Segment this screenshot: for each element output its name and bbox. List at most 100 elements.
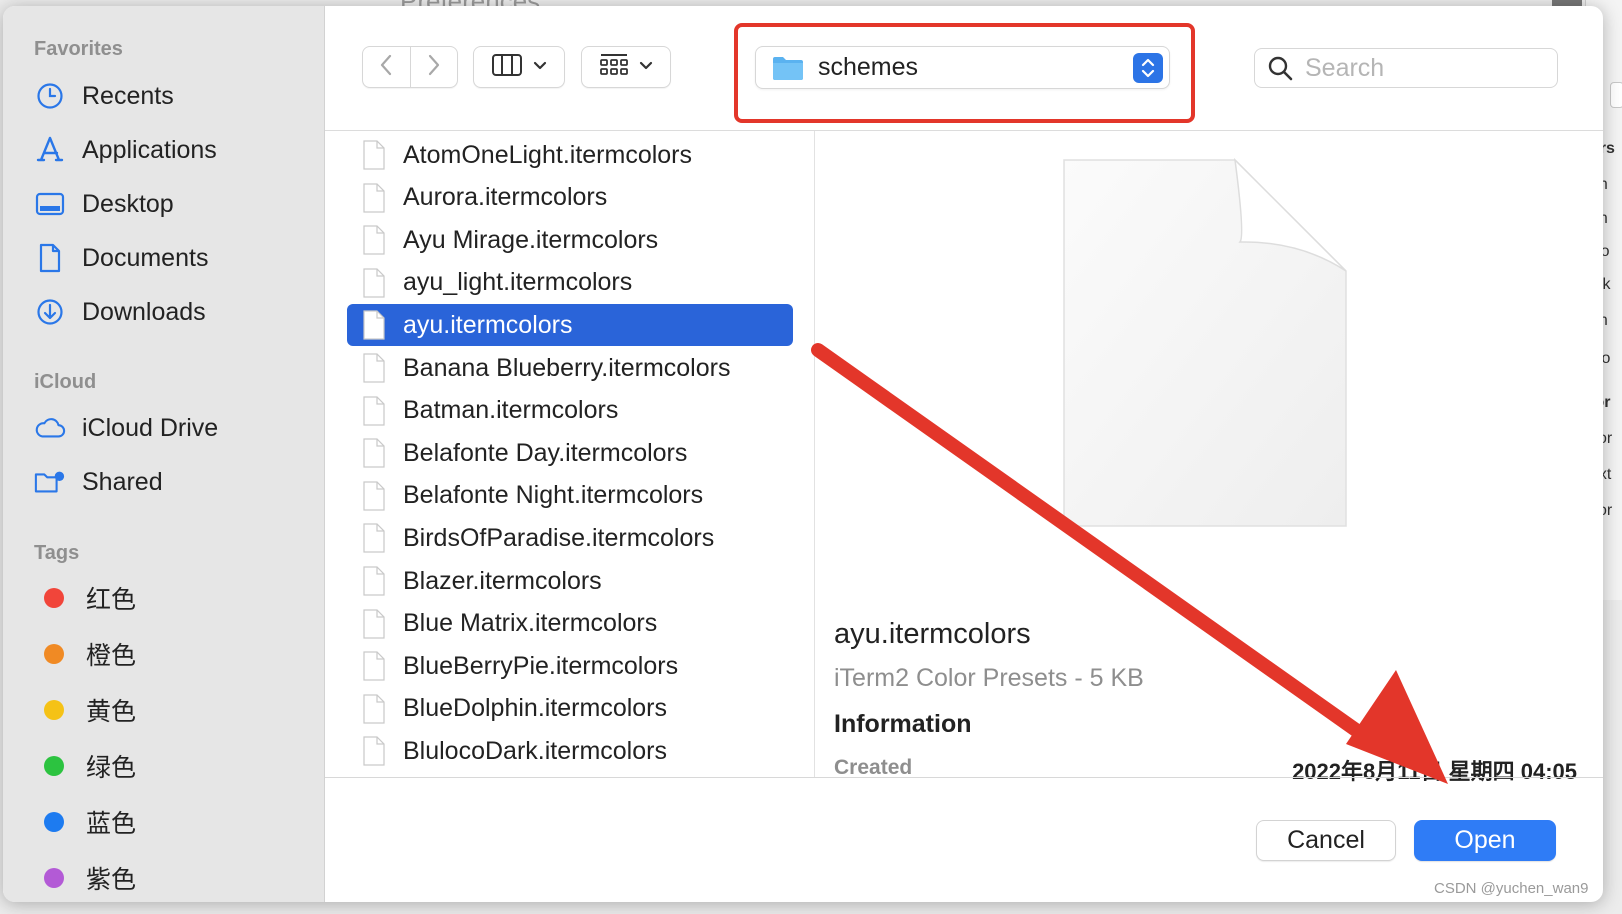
file-name: Aurora.itermcolors <box>403 183 608 212</box>
file-name: BlueBerryPie.itermcolors <box>403 651 679 680</box>
search-field[interactable] <box>1254 48 1558 88</box>
document-icon <box>363 182 385 213</box>
file-row[interactable]: Banana Blueberry.itermcolors <box>347 347 793 389</box>
file-row[interactable]: Blazer.itermcolors <box>347 560 793 602</box>
sidebar-tag-item[interactable]: 绿色 <box>34 746 314 786</box>
file-row[interactable]: BlueDolphin.itermcolors <box>347 688 793 730</box>
document-preview-icon <box>1060 156 1360 541</box>
document-icon <box>363 481 385 511</box>
document-icon <box>363 651 385 681</box>
tag-color-dot-icon <box>44 868 64 888</box>
sidebar-tag-item[interactable]: 黄色 <box>34 690 314 730</box>
sidebar-tag-item[interactable]: 红色 <box>34 578 314 618</box>
sidebar-item-documents[interactable]: Documents <box>34 238 314 278</box>
document-icon <box>34 242 66 274</box>
file-row[interactable]: Aurora.itermcolors <box>347 177 793 219</box>
sidebar-item-recents[interactable]: Recents <box>34 76 314 116</box>
file-row[interactable]: BlueBerryPie.itermcolors <box>347 645 793 687</box>
file-row[interactable]: BlulocoDark.itermcolors <box>347 730 793 772</box>
document-icon <box>363 395 385 426</box>
document-icon <box>363 140 385 170</box>
group-by-button[interactable] <box>581 46 671 88</box>
file-name: Ayu Mirage.itermcolors <box>403 225 659 254</box>
sidebar-item-label: Recents <box>82 81 174 110</box>
forward-button[interactable] <box>409 47 458 87</box>
file-row[interactable]: Ayu Mirage.itermcolors <box>347 219 793 261</box>
sidebar-tag-item[interactable]: 紫色 <box>34 858 314 898</box>
chevron-down-icon <box>533 58 547 76</box>
sidebar-section-tags: Tags <box>34 542 80 564</box>
file-row[interactable]: AtomOneLight.itermcolors <box>347 134 793 176</box>
tag-color-dot-icon <box>44 812 64 832</box>
tag-color-dot-icon <box>44 644 64 664</box>
file-name: Belafonte Day.itermcolors <box>403 438 688 467</box>
document-icon <box>363 310 385 340</box>
sidebar-item-shared[interactable]: Shared <box>34 462 314 502</box>
file-name: ayu.itermcolors <box>403 310 573 339</box>
preview-file-name: ayu.itermcolors <box>834 618 1031 650</box>
clock-icon <box>34 80 66 112</box>
sidebar-item-label: iCloud Drive <box>82 413 219 442</box>
search-input[interactable] <box>1305 53 1545 83</box>
cancel-button[interactable]: Cancel <box>1256 820 1396 861</box>
highlight-box <box>734 23 1195 123</box>
document-icon <box>363 353 385 383</box>
file-row[interactable]: BirdsOfParadise.itermcolors <box>347 517 793 559</box>
file-name: Batman.itermcolors <box>403 396 619 425</box>
sidebar-tag-label: 绿色 <box>86 754 137 782</box>
chevron-down-icon <box>639 58 653 76</box>
file-row[interactable]: ayu_light.itermcolors <box>347 262 793 304</box>
watermark: CSDN @yuchen_wan9 <box>1434 880 1589 897</box>
sidebar-item-icloud-drive[interactable]: iCloud Drive <box>34 408 314 448</box>
file-name: Belafonte Night.itermcolors <box>403 481 704 510</box>
columns-icon <box>491 53 523 82</box>
sidebar-item-applications[interactable]: Applications <box>34 130 314 170</box>
sidebar-tag-label: 蓝色 <box>86 810 137 838</box>
file-list: AtomOneLight.itermcolors Aurora.itermcolo… <box>325 131 814 777</box>
download-icon <box>34 296 66 328</box>
navigation-buttons <box>362 46 458 88</box>
sidebar-tag-label: 紫色 <box>86 866 137 894</box>
file-name: AtomOneLight.itermcolors <box>403 140 693 169</box>
file-row[interactable]: Belafonte Night.itermcolors <box>347 475 793 517</box>
background-toggle <box>1610 82 1622 108</box>
grid-icon <box>599 52 629 83</box>
sidebar-item-label: Documents <box>82 243 209 272</box>
preview-created-value: 2022年8月11日 星期四 04:05 <box>1292 759 1577 784</box>
preview-file-kind: iTerm2 Color Presets - 5 KB <box>834 664 1144 692</box>
file-name: Blue Matrix.itermcolors <box>403 609 658 638</box>
open-file-dialog: Favorites Recents Applications Desktop D… <box>3 6 1603 902</box>
column-divider[interactable] <box>814 131 815 777</box>
sidebar-tag-item[interactable]: 蓝色 <box>34 802 314 842</box>
sidebar-tag-label: 红色 <box>86 586 137 614</box>
file-name: BirdsOfParadise.itermcolors <box>403 523 715 552</box>
sidebar-item-label: Shared <box>82 467 163 496</box>
document-icon <box>363 523 385 553</box>
view-mode-button[interactable] <box>473 46 565 88</box>
sidebar-item-label: Downloads <box>82 297 206 326</box>
sidebar-tag-item[interactable]: 橙色 <box>34 634 314 674</box>
search-icon <box>1267 55 1293 81</box>
file-name: Banana Blueberry.itermcolors <box>403 353 731 382</box>
document-icon <box>363 225 385 255</box>
file-row[interactable]: ayu.itermcolors <box>347 304 793 347</box>
desktop-icon <box>34 188 66 220</box>
file-name: BlueDolphin.itermcolors <box>403 694 668 723</box>
file-row[interactable]: Blue Matrix.itermcolors <box>347 603 793 645</box>
open-button[interactable]: Open <box>1414 820 1556 861</box>
preview-info-heading: Information <box>834 710 972 738</box>
document-icon <box>363 694 385 724</box>
sidebar-item-desktop[interactable]: Desktop <box>34 184 314 224</box>
file-name: Blazer.itermcolors <box>403 566 602 595</box>
sidebar-item-downloads[interactable]: Downloads <box>34 292 314 332</box>
footer-divider <box>325 777 1603 778</box>
tag-color-dot-icon <box>44 588 64 608</box>
document-icon <box>363 736 385 766</box>
sidebar-item-label: Desktop <box>82 189 174 218</box>
file-row[interactable]: Batman.itermcolors <box>347 390 793 432</box>
tag-color-dot-icon <box>44 700 64 720</box>
document-icon <box>363 268 385 298</box>
back-button[interactable] <box>363 47 410 87</box>
document-icon <box>363 438 385 468</box>
file-row[interactable]: Belafonte Day.itermcolors <box>347 432 793 474</box>
